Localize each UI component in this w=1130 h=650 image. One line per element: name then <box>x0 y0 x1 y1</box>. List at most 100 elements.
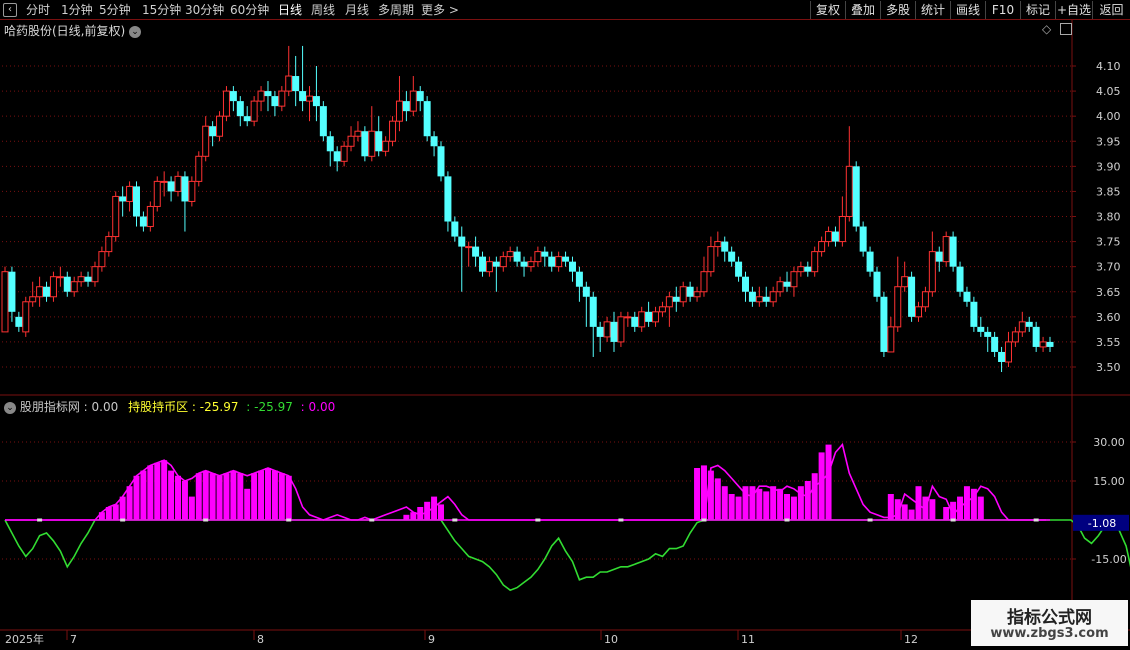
candle <box>195 151 203 187</box>
zero-level-marker <box>120 518 126 522</box>
candle-body-down <box>541 251 549 257</box>
candle <box>638 306 646 332</box>
main-y-tick-label: 3.50 <box>1096 361 1121 374</box>
indicator-bar <box>804 481 811 520</box>
candle-body-up <box>1011 331 1019 343</box>
indicator-bar <box>756 488 763 520</box>
indicator-bar <box>209 473 216 520</box>
candle-body-down <box>783 281 791 287</box>
candle <box>485 256 493 277</box>
indicator-bar <box>237 473 244 520</box>
candle <box>299 45 307 112</box>
candle-body-down <box>264 91 272 97</box>
candle <box>458 226 466 292</box>
candle <box>49 271 57 302</box>
candle <box>382 136 390 157</box>
candle <box>908 271 916 322</box>
candle <box>755 286 763 307</box>
panel-toggle-icon[interactable] <box>1060 23 1072 35</box>
candle <box>797 261 805 277</box>
indicator-bar <box>278 473 285 520</box>
indicator-bar <box>112 504 119 520</box>
candle-body-up <box>1 271 9 333</box>
candle-body-up <box>534 251 542 263</box>
candle-body-down <box>1025 321 1033 327</box>
candle <box>271 91 279 117</box>
indicator-bar <box>825 444 832 520</box>
candle-body-down <box>375 131 383 152</box>
candle-body-up <box>146 205 154 228</box>
candle <box>790 266 798 297</box>
candle <box>596 321 604 352</box>
candle-body-up <box>222 90 230 117</box>
indicator-bar <box>264 468 271 520</box>
candle <box>534 246 542 267</box>
candle-body-down <box>271 96 279 107</box>
candle <box>361 126 369 162</box>
candle-body-down <box>492 261 500 267</box>
indicator-bars <box>98 444 984 520</box>
diamond-icon[interactable]: ◇ <box>1042 22 1051 36</box>
candle <box>479 251 487 277</box>
zero-level-marker <box>1033 518 1039 522</box>
candle-body-up <box>465 246 473 249</box>
candle-body-down <box>139 216 147 227</box>
indicator-bar <box>749 486 756 520</box>
candle <box>527 256 535 272</box>
indicator-value2: : -25.97 <box>191 400 239 414</box>
stock-title: 哈药股份(日线,前复权) <box>4 24 126 38</box>
indicator-bar <box>230 470 237 520</box>
candle-body-up <box>887 326 895 353</box>
indicator-dropdown-icon[interactable]: ⌄ <box>4 401 16 414</box>
zero-level-marker <box>286 518 292 522</box>
indicator-bar <box>770 486 777 520</box>
indicator-bar <box>181 481 188 520</box>
candle <box>389 116 397 147</box>
candle-body-down <box>167 181 175 192</box>
indicator-bar <box>811 473 818 520</box>
candle <box>956 261 964 297</box>
candle-body-up <box>1004 341 1012 363</box>
indicator-bar <box>784 494 791 520</box>
candle-body-down <box>312 96 320 107</box>
x-month-label: 7 <box>70 633 77 646</box>
candle <box>243 106 251 127</box>
candle <box>312 66 320 122</box>
indicator-y-tick-label: -15.00 <box>1091 553 1126 566</box>
candle <box>970 296 978 332</box>
indicator-value4: : 0.00 <box>300 400 336 414</box>
candle <box>735 256 743 282</box>
candle <box>513 246 521 267</box>
indicator-value3: : -25.97 <box>246 400 293 414</box>
zero-level-marker <box>203 518 209 522</box>
candle <box>575 266 583 302</box>
candle <box>492 256 500 292</box>
candle <box>603 316 611 342</box>
candle-body-up <box>1039 341 1047 348</box>
candle <box>887 316 895 353</box>
candle <box>146 201 154 232</box>
candle-body-down <box>908 276 916 317</box>
candle-body-down <box>84 276 92 282</box>
indicator-bar <box>735 496 742 520</box>
candle-body-up <box>195 155 203 182</box>
indicator-bar <box>244 488 251 520</box>
candle <box>174 171 182 197</box>
candle-body-down <box>562 256 570 262</box>
indicator-bar <box>977 496 984 520</box>
indicator-bar <box>908 509 915 520</box>
candle <box>658 301 666 317</box>
title-dropdown-icon[interactable]: ⌄ <box>129 25 142 38</box>
candle <box>222 86 230 122</box>
candle <box>1025 316 1033 332</box>
indicator-bar <box>714 478 721 520</box>
candle-body-down <box>361 131 369 157</box>
candle-body-up <box>755 296 763 303</box>
candle <box>395 76 403 132</box>
candle-body-up <box>1018 321 1026 333</box>
candle <box>921 286 929 312</box>
candle <box>631 311 639 332</box>
candle-body-up <box>98 251 106 268</box>
main-y-tick-label: 3.55 <box>1096 336 1121 349</box>
candle <box>139 211 147 232</box>
